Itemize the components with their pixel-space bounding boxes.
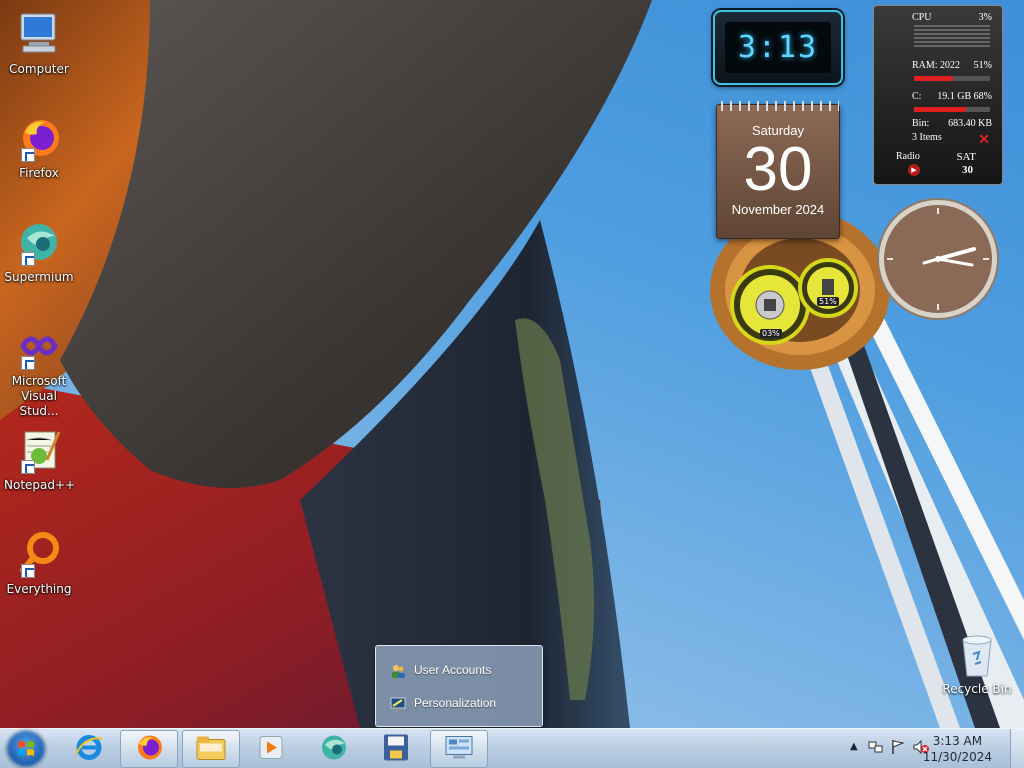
radio-label: Radio [896,151,920,162]
ram-gauge-value: 51% [817,297,839,306]
system-tray: ▲ 3:13 AM 11/30/2024 [844,729,1024,768]
desktop-icon-label: Computer [9,62,69,76]
bin-items: 3 Items [912,132,942,143]
taskbar-supermium-button[interactable] [305,730,363,768]
day-num: 30 [962,164,973,176]
shortcut-arrow-icon [21,252,35,266]
desktop-icon-label: Everything [6,582,72,596]
jump-list-label: Personalization [414,696,497,710]
jump-list-item-user-accounts[interactable]: User Accounts [390,661,491,679]
show-hidden-icons-icon[interactable]: ▲ [850,741,858,752]
shortcut-arrow-icon [21,356,35,370]
desktop-icon-recycle-bin[interactable]: Recycle Bin [942,632,1012,696]
ram-bar [914,76,990,81]
cpu-label: CPU [912,12,932,23]
desktop-icon-label: Firefox [19,166,59,180]
visual-studio-icon [15,322,63,370]
disk-bar-fill [914,107,966,112]
disk-label: C: [912,91,922,102]
jump-list-label: User Accounts [414,663,492,677]
shortcut-arrow-icon [21,460,35,474]
control-panel-icon [443,734,475,765]
firefox-icon [15,114,63,162]
ram-value: 51% [973,60,992,71]
empty-bin-icon[interactable]: ✕ [978,132,990,149]
taskbar-control-panel-button[interactable] [430,730,488,768]
radio-play-icon[interactable]: ▶ [908,164,920,176]
taskbar-ie-button[interactable] [60,730,118,768]
shortcut-arrow-icon [21,564,35,578]
analog-clock-gadget[interactable] [876,197,1000,321]
firefox-icon [134,733,164,766]
cpu-value: 3% [978,12,992,23]
floppy-icon [382,733,410,766]
ram-bar-fill [914,76,953,81]
user-accounts-icon [390,664,406,678]
network-icon[interactable] [868,739,884,755]
bin-label: Bin: [912,118,930,129]
desktop-icon-label: Notepad++ [4,478,76,492]
windows-logo-icon [18,741,34,756]
taskbar-time: 3:13 AM [932,734,983,748]
taskbar-clock[interactable]: 3:13 AM 11/30/2024 [923,733,992,765]
everything-icon [15,530,63,578]
desktop-icon-label: Microsoft Visual Stud... [11,374,67,418]
taskbar: ▲ 3:13 AM 11/30/2024 [0,728,1024,768]
personalization-icon [390,697,406,711]
notepadpp-icon [15,426,63,474]
taskbar-media-player-button[interactable] [242,730,300,768]
desktop-icon-everything[interactable]: Everything [4,530,74,597]
calendar-rings [717,101,839,111]
ram-label: RAM: 2022 [912,60,961,71]
shortcut-arrow-icon [21,148,35,162]
calendar-day: 30 [743,135,813,204]
cpu-gauge-value: 03% [760,329,782,338]
ie-icon [74,733,104,766]
desktop-icon-notepadpp[interactable]: Notepad++ [4,426,76,493]
disk-bar [914,107,990,112]
recycle-bin-label: Recycle Bin [942,682,1012,696]
calendar-gadget[interactable]: Saturday 30 November 2024 [716,101,840,239]
start-button[interactable] [6,730,46,768]
cpu-graph [914,25,990,49]
desktop-icon-visual-studio[interactable]: Microsoft Visual Stud... [4,322,74,419]
recycle-bin-icon [959,632,995,678]
desktop-icon-computer[interactable]: Computer [4,10,74,77]
taskbar-jump-list: User Accounts Personalization [375,645,543,727]
taskbar-save-app-button[interactable] [367,730,425,768]
supermium-icon [319,733,349,766]
digital-clock-time: 3:13 [725,22,831,73]
desktop-icon-supermium[interactable]: Supermium [4,218,74,285]
taskbar-firefox-button[interactable] [120,730,178,768]
disk-value: 19.1 GB 68% [937,91,992,102]
supermium-icon [15,218,63,266]
system-meter-gadget[interactable]: CPU 3% RAM: 2022 51% C: 19.1 GB 68% Bin:… [873,5,1003,185]
computer-icon [15,10,63,58]
jump-list-item-personalization[interactable]: Personalization [390,694,496,712]
desktop-icon-label: Supermium [4,270,74,284]
show-desktop-button[interactable] [1010,729,1024,768]
media-player-icon [257,734,285,765]
day-abbr: SAT [956,151,976,163]
calendar-month-year: November 2024 [731,202,825,217]
desktop-icon-firefox[interactable]: Firefox [4,114,74,181]
action-center-flag-icon[interactable] [890,739,906,755]
folder-icon [195,734,227,765]
digital-clock-gadget[interactable]: 3:13 [713,10,843,85]
bin-value: 683.40 KB [948,118,992,129]
cpu-ram-gauge-gadget[interactable]: 03% 51% [730,255,860,355]
taskbar-explorer-button[interactable] [182,730,240,768]
taskbar-date: 11/30/2024 [922,750,992,764]
